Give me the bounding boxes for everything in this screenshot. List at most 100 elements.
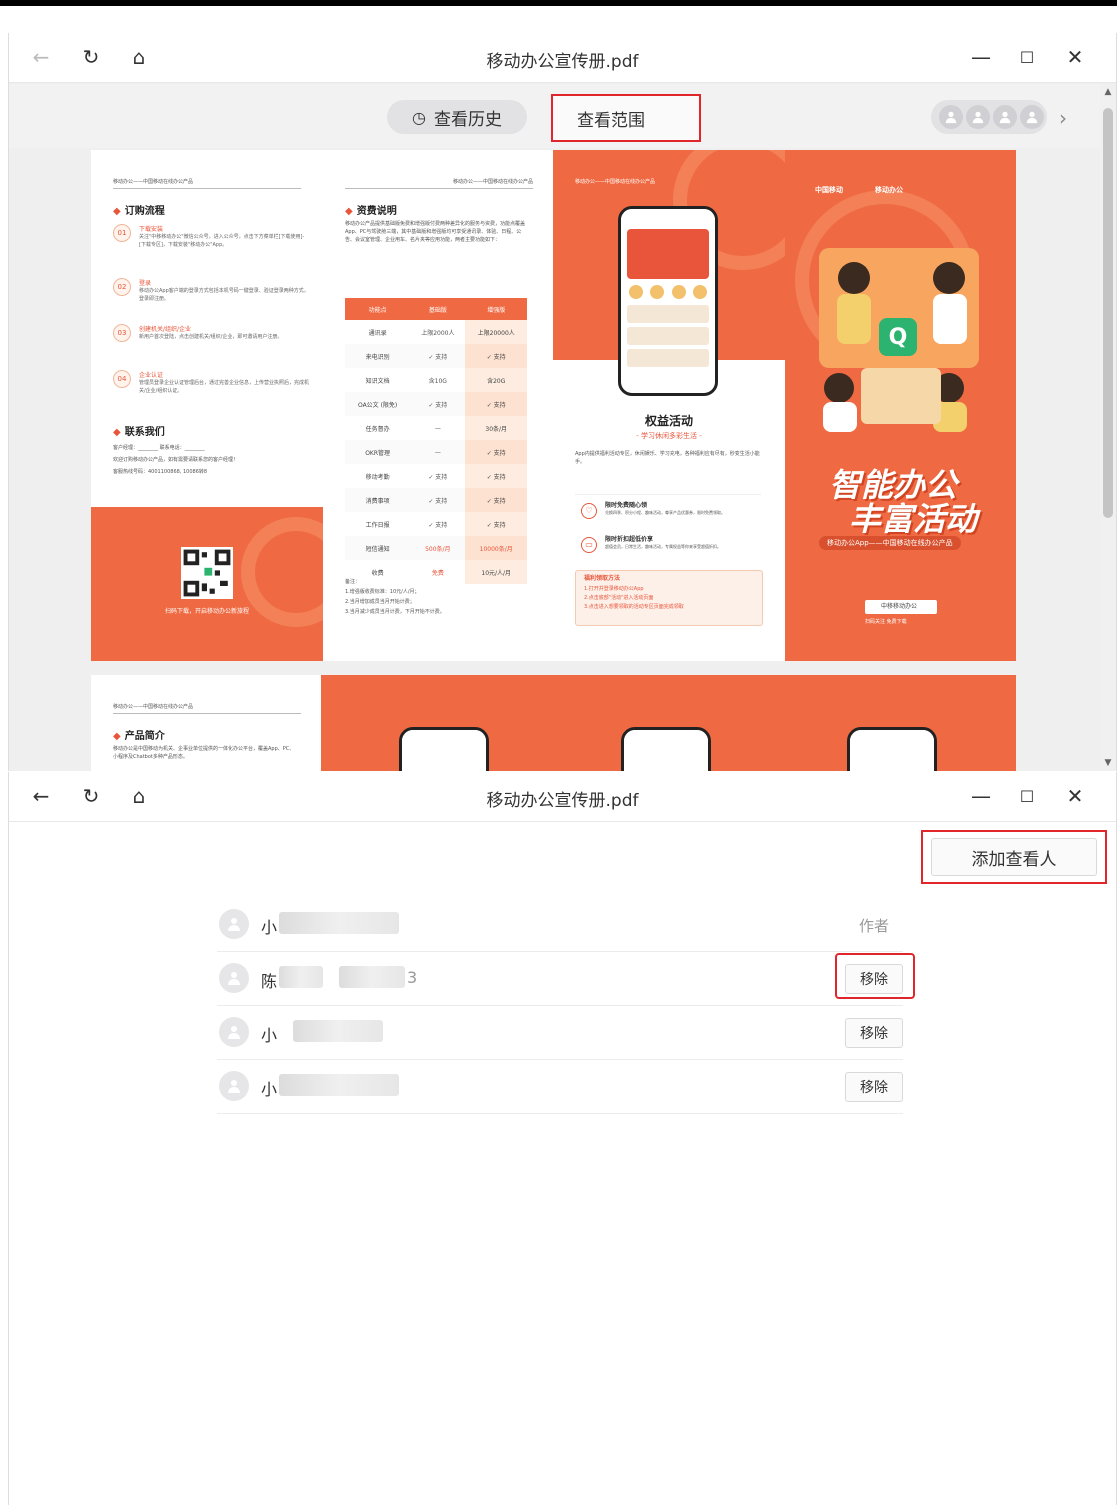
table-row: 知识文档 含10G 含20G xyxy=(345,368,527,392)
viewer-name: 小 xyxy=(261,1080,278,1099)
contact-line: 客服热线号码：4001100868, 10086转8 xyxy=(113,469,208,475)
page-header: 移动办公——中国移动在线办公产品 xyxy=(345,178,533,189)
method-step: 1.打开并登录移动办公App xyxy=(584,586,644,592)
vertical-scrollbar[interactable]: ▲ ▼ xyxy=(1100,84,1116,771)
viewer-row: 陈 3 移除 xyxy=(217,952,903,1006)
add-viewer-label: 添加查看人 xyxy=(971,849,1057,870)
remove-button[interactable]: 移除 xyxy=(845,1018,903,1048)
step-number: 01 xyxy=(113,224,131,242)
step-text: 移动办公App客户端的登录方式包括本机号码一键登录、验证登录两种方式，登录即注册… xyxy=(139,288,309,302)
title-bar: ← ↻ ⌂ 移动办公宣传册.pdf — ☐ ✕ xyxy=(9,772,1116,822)
scroll-down-icon[interactable]: ▼ xyxy=(1100,758,1116,768)
search-bar: 中移移动办公 xyxy=(865,600,937,614)
remove-button[interactable]: 移除 xyxy=(845,1072,903,1102)
table-row: 短信通知 500条/月 10000条/月 xyxy=(345,536,527,560)
fee-title: 资费说明 xyxy=(345,202,397,217)
phone-mockup-image xyxy=(618,206,718,396)
gift-icon: ♡ xyxy=(581,503,597,519)
table-cell: ✓ 支持 xyxy=(410,488,466,512)
viewer-name: 小 xyxy=(261,1026,278,1045)
remove-highlight-box xyxy=(835,953,915,999)
promo-title-line2: 丰富活动 xyxy=(849,500,978,538)
view-range-button[interactable]: 查看范围 xyxy=(551,94,701,142)
promo-subtitle: 移动办公App——中国移动在线办公产品 xyxy=(819,536,961,550)
brand-logo: 中国移动 xyxy=(815,186,843,194)
table-header: 增强版 xyxy=(465,298,527,320)
close-icon[interactable]: ✕ xyxy=(1061,782,1089,810)
view-history-button[interactable]: ◷ 查看历史 xyxy=(387,100,527,134)
viewer-avatars[interactable] xyxy=(931,100,1047,134)
viewer-row: 小 移除 xyxy=(217,1006,903,1060)
fee-table: 功能点 基础版 增强版 通讯录 上限2000人 上限20000人 来电识别 ✓ 支持 ✓… xyxy=(345,298,527,584)
step-text: 关注"中移移动办公"微信公众号，进入公众号，点击下方菜单栏[下载使用]-[下载专… xyxy=(139,234,305,248)
activity-items: ♡ 限时免费随心领 兑换四季、积分小程、趣味活动，尊享产品优惠券，限时免费领取。… xyxy=(575,494,761,568)
table-cell: ✓ 支持 xyxy=(428,521,448,529)
viewer-role: 作者 xyxy=(858,917,889,935)
toolbar: ◷ 查看历史 查看范围 › xyxy=(9,84,1116,148)
pdf-page-order: 移动办公——中国移动在线办公产品 订购流程 01 下载安装 关注"中移移动办公"… xyxy=(91,150,323,661)
scroll-up-icon[interactable]: ▲ xyxy=(1100,87,1116,97)
viewer-name: 陈 xyxy=(261,972,278,991)
table-cell: 知识文档 xyxy=(365,377,390,385)
table-cell: 移动考勤 xyxy=(365,473,390,481)
table-cell: ✓ 支持 xyxy=(465,464,527,488)
table-cell: ✓ 支持 xyxy=(465,392,527,416)
table-row: 任务督办 — 30条/月 xyxy=(345,416,527,440)
redacted-name xyxy=(279,1074,399,1096)
method-box: 福利领取方法 1.打开并登录移动办公App 2.点击底部"活动"进入活动页面 3… xyxy=(575,570,763,626)
pdf-page-cover: 中国移动 移动办公 Q 智能办公 丰富活动 移动办公App——中国移动在线办公产… xyxy=(785,150,1016,661)
chevron-right-icon[interactable]: › xyxy=(1059,106,1067,130)
order-title: 订购流程 xyxy=(113,202,165,217)
maximize-icon[interactable]: ☐ xyxy=(1013,782,1041,810)
page-header: 移动办公——中国移动在线办公产品 xyxy=(575,179,656,185)
pdf-page-intro: 移动办公——中国移动在线办公产品 产品简介 移动办公是中国移动为机关、企事业单位… xyxy=(91,675,323,771)
qr-caption: 扫码下载，开启移动办公新旅程 xyxy=(164,608,249,615)
view-range-label: 查看范围 xyxy=(577,110,645,131)
step-name: 创建机关/组织/企业 xyxy=(139,326,192,333)
intro-text: 移动办公是中国移动为机关、企事业单位提供的一体化办公平台，覆盖App、PC、小程… xyxy=(113,746,295,760)
table-cell: ✓ 支持 xyxy=(465,512,527,536)
note-line: 1.增强版收费标准：10元/人/月； xyxy=(345,589,420,595)
viewer-row: 小 作者 xyxy=(217,898,903,952)
table-row: 移动考勤 ✓ 支持 ✓ 支持 xyxy=(345,464,527,488)
table-cell: 500条/月 xyxy=(410,536,466,560)
maximize-icon[interactable]: ☐ xyxy=(1013,43,1041,71)
scrollbar-thumb[interactable] xyxy=(1103,108,1113,518)
close-icon[interactable]: ✕ xyxy=(1061,43,1089,71)
minimize-icon[interactable]: — xyxy=(967,782,995,810)
method-step: 2.点击底部"活动"进入活动页面 xyxy=(584,595,654,601)
table-cell: ✓ 支持 xyxy=(465,440,527,464)
user-icon xyxy=(1020,105,1044,129)
intro-title: 产品简介 xyxy=(113,727,165,742)
phone-mockup-image xyxy=(847,727,937,771)
qr-section: 扫码下载，开启移动办公新旅程 xyxy=(91,507,323,661)
table-cell: 来电识别 xyxy=(345,344,411,368)
window-title: 移动办公宣传册.pdf xyxy=(486,52,639,72)
add-viewer-button[interactable]: 添加查看人 xyxy=(931,838,1097,876)
title-bar: ← ↻ ⌂ 移动办公宣传册.pdf — ☐ ✕ xyxy=(9,33,1116,83)
phone-mockup-image xyxy=(399,727,489,771)
avatar-icon xyxy=(219,909,249,939)
table-row: 工作日报 ✓ 支持 ✓ 支持 xyxy=(345,512,527,536)
screen-top-border xyxy=(0,0,1117,6)
method-title: 福利领取方法 xyxy=(584,575,621,582)
table-cell: 短信通知 xyxy=(345,536,411,560)
app-logo: 移动办公 xyxy=(875,186,903,194)
pdf-page-app-screens xyxy=(321,675,1016,771)
pdf-page-activity: 移动办公——中国移动在线办公产品 权益活动 - 学习休闲多彩生活 - App内提… xyxy=(553,150,785,661)
user-icon xyxy=(993,105,1017,129)
table-cell: OA公文 (限免) xyxy=(345,392,411,416)
table-row: OKR管理 — ✓ 支持 xyxy=(345,440,527,464)
view-history-label: 查看历史 xyxy=(433,109,502,130)
contact-line: 欢迎订购移动办公产品，如有需要请联系您的客户经理！ xyxy=(113,457,239,463)
user-icon xyxy=(966,105,990,129)
table-cell: 30条/月 xyxy=(465,416,527,440)
minimize-icon[interactable]: — xyxy=(967,43,995,71)
table-cell: 10000条/月 xyxy=(465,536,527,560)
table-cell: 上限20000人 xyxy=(465,320,527,344)
cover-bottom-text: 扫码关注 免费下载 xyxy=(865,619,907,625)
viewer-name-suffix: 3 xyxy=(407,968,418,987)
search-text: 中移移动办公 xyxy=(881,603,918,610)
avatar-icon xyxy=(219,1017,249,1047)
redacted-name xyxy=(279,912,399,934)
